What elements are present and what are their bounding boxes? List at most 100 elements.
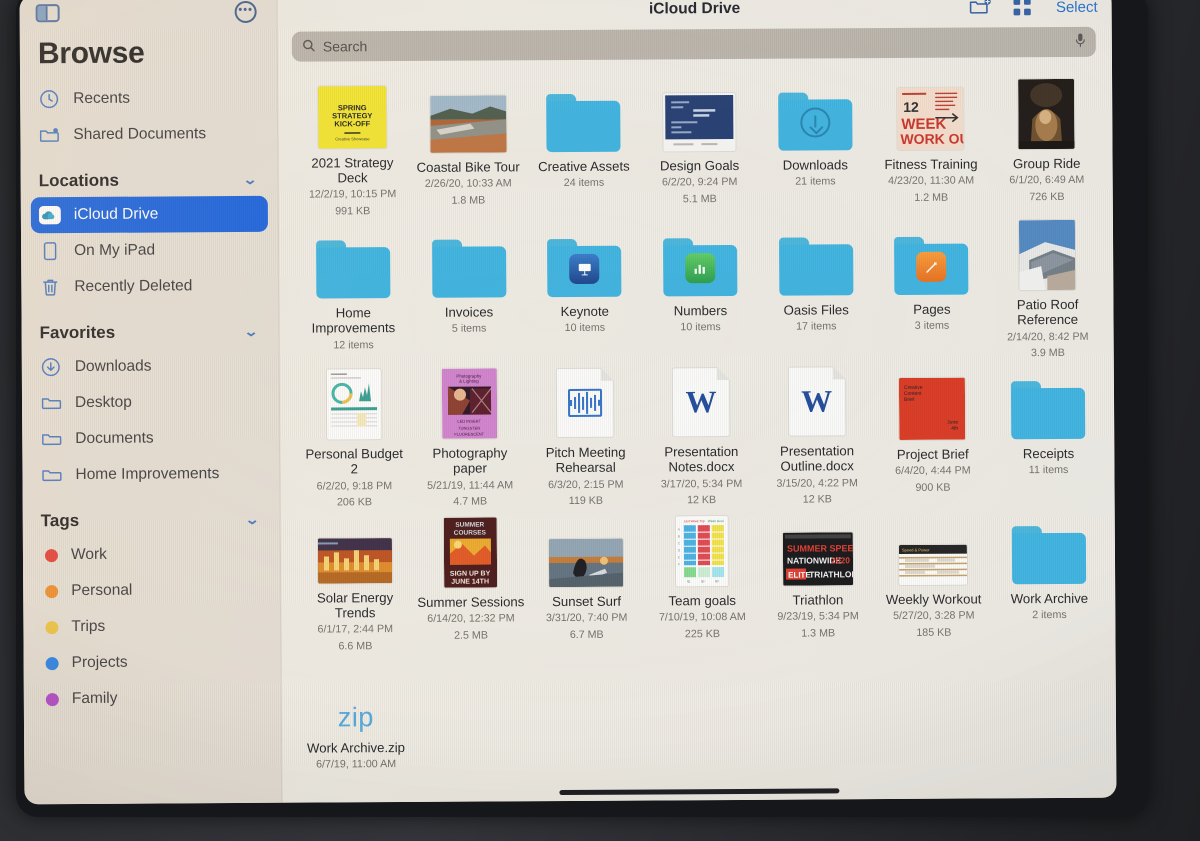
sidebar-section-tags-header[interactable]: Tags ⌄ xyxy=(23,492,280,538)
file-meta-size: 6.6 MB xyxy=(338,639,373,653)
sidebar-item-tag-projects[interactable]: Projects xyxy=(34,644,271,681)
file-meta-date: 6/2/20, 9:18 PM xyxy=(316,479,393,493)
toolbar-actions: Select xyxy=(968,0,1098,26)
file-tile[interactable]: Creative Content Brief June 4th Project … xyxy=(876,359,989,505)
file-tile[interactable]: SUMMER SPEED NATIONWIDE 2020 ELITE TRIAT… xyxy=(762,505,875,651)
chevron-down-icon[interactable]: ⌄ xyxy=(243,172,258,188)
search-input[interactable]: Search xyxy=(291,26,1096,62)
folder-icon xyxy=(777,92,853,151)
file-tile[interactable]: Group Ride 6/1/20, 6:49 AM 726 KB xyxy=(990,69,1103,215)
shared-folder-icon xyxy=(38,124,60,146)
sidebar-item-label: iCloud Drive xyxy=(73,205,159,224)
new-folder-icon[interactable] xyxy=(968,0,992,19)
file-tile[interactable]: W Presentation Outline.docx 3/15/20, 4:2… xyxy=(761,360,874,506)
tag-dot-icon xyxy=(45,584,59,598)
file-name: Numbers xyxy=(673,303,728,319)
sidebar-item-tag-work[interactable]: Work xyxy=(33,536,270,573)
file-tile[interactable]: Last Week Top Week Goal ABC DEF Q1 Q2 Q3… xyxy=(646,506,759,652)
folder-outline-icon xyxy=(40,464,62,486)
sidebar-item-label: Projects xyxy=(71,653,128,672)
file-tile[interactable]: Pages 3 items xyxy=(875,214,988,360)
file-meta-count: 17 items xyxy=(796,320,837,333)
file-tile[interactable]: Patio Roof Reference 2/14/20, 8:42 PM 3.… xyxy=(991,214,1104,360)
svg-text:SUMMER: SUMMER xyxy=(455,522,484,529)
file-name: Personal Budget 2 xyxy=(305,446,403,477)
folder-outline-icon xyxy=(40,392,62,414)
file-tile[interactable]: Invoices 5 items xyxy=(413,217,526,363)
folder-icon xyxy=(778,237,854,296)
file-tile[interactable]: zip Work Archive.zip 6/7/19, 11:00 AM xyxy=(300,653,413,799)
file-tile[interactable]: Receipts 11 items xyxy=(992,359,1105,505)
select-button[interactable]: Select xyxy=(1056,0,1098,16)
file-name: Solar Energy Trends xyxy=(316,589,394,621)
file-tile[interactable]: Work Archive 2 items xyxy=(993,504,1106,650)
file-tile[interactable]: Downloads 21 items xyxy=(759,70,872,216)
sidebar-item-tag-family[interactable]: Family xyxy=(34,680,271,717)
sidebar-item-tag-personal[interactable]: Personal xyxy=(33,572,270,609)
thumbnail xyxy=(326,369,382,440)
file-tile[interactable]: Coastal Bike Tour 2/26/20, 10:33 AM 1.8 … xyxy=(412,72,525,218)
svg-text:Creative Showcase: Creative Showcase xyxy=(335,136,370,141)
file-meta-size: 225 KB xyxy=(684,627,721,640)
chevron-down-icon[interactable]: ⌄ xyxy=(245,512,260,528)
sidebar-item-documents[interactable]: Documents xyxy=(32,420,269,457)
file-grid: SPRING STRATEGY KICK-OFF Creative Showca… xyxy=(278,65,1116,803)
svg-text:Q2: Q2 xyxy=(701,579,705,583)
file-tile[interactable]: SPRING STRATEGY KICK-OFF Creative Showca… xyxy=(296,73,409,219)
svg-text:KICK-OFF: KICK-OFF xyxy=(334,119,370,128)
more-ellipsis-icon[interactable]: ••• xyxy=(234,0,257,24)
word-document-icon: W xyxy=(671,367,731,438)
file-tile[interactable]: Creative Assets 24 items xyxy=(527,72,640,218)
thumbnail xyxy=(663,77,736,152)
grid-view-icon[interactable] xyxy=(1012,0,1036,18)
file-tile[interactable]: Pitch Meeting Rehearsal 6/3/20, 2:15 PM … xyxy=(529,362,642,508)
svg-text:LED INSERT: LED INSERT xyxy=(457,419,481,424)
sidebar-item-downloads[interactable]: Downloads xyxy=(32,348,269,385)
sidebar-item-label: Documents xyxy=(75,429,154,448)
file-tile[interactable]: Home Improvements 12 items xyxy=(297,218,410,364)
chevron-down-icon[interactable]: ⌄ xyxy=(243,324,258,340)
file-tile[interactable]: SUMMER COURSES SIGN UP BY JUNE 14TH Summ… xyxy=(414,507,527,653)
word-w-glyph: W xyxy=(685,384,717,420)
file-tile[interactable]: Oasis Files 17 items xyxy=(760,215,873,361)
tag-dot-icon xyxy=(45,620,59,634)
thumbnail xyxy=(429,78,507,153)
sidebar-toggle-icon[interactable] xyxy=(35,4,60,23)
file-meta-count: 3 items xyxy=(914,319,950,333)
thumbnail xyxy=(549,513,624,588)
file-tile[interactable]: Numbers 10 items xyxy=(644,216,757,362)
sidebar-item-recents[interactable]: Recents xyxy=(30,80,267,117)
sidebar-item-home-improvements[interactable]: Home Improvements xyxy=(32,456,269,493)
file-tile[interactable]: 12 WEEK WORK OUT Fitness Training 4/23/2… xyxy=(875,69,988,215)
sidebar-item-desktop[interactable]: Desktop xyxy=(32,384,269,421)
sidebar-section-locations-header[interactable]: Locations ⌄ xyxy=(21,152,278,198)
microphone-icon[interactable] xyxy=(1074,32,1087,52)
svg-text:WORK OUT: WORK OUT xyxy=(901,130,964,146)
sidebar-section-favorites-header[interactable]: Favorites ⌄ xyxy=(21,304,278,350)
file-tile[interactable]: Photography & Lighting LED INSERT TUNGST… xyxy=(413,362,526,508)
file-tile[interactable]: Design Goals 6/2/20, 9:24 PM 5.1 MB xyxy=(643,71,756,217)
thumbnail xyxy=(778,221,854,296)
sidebar-item-shared-documents[interactable]: Shared Documents xyxy=(30,116,267,153)
file-tile[interactable]: Sunset Surf 3/31/20, 7:40 PM 6.7 MB xyxy=(530,507,643,653)
thumbnail xyxy=(547,223,622,298)
file-tile[interactable]: Speed & Power Weekly Workout 5/27/20, 3:… xyxy=(877,504,990,650)
thumbnail: zip xyxy=(337,659,374,733)
folder-icon xyxy=(894,236,969,296)
sidebar-item-on-my-ipad[interactable]: On My iPad xyxy=(31,232,268,269)
file-tile[interactable]: Personal Budget 2 6/2/20, 9:18 PM 206 KB xyxy=(298,363,411,509)
file-meta-size: 1.3 MB xyxy=(801,627,836,640)
file-name: Creative Assets xyxy=(538,158,630,175)
folder-icon xyxy=(547,238,622,298)
file-meta-count: 11 items xyxy=(1028,464,1069,477)
file-tile[interactable]: Solar Energy Trends 6/1/17, 2:44 PM 6.6 … xyxy=(299,508,412,654)
file-meta-size: 6.7 MB xyxy=(569,628,604,641)
sidebar-item-tag-trips[interactable]: Trips xyxy=(33,608,270,645)
file-tile[interactable]: W Presentation Notes.docx 3/17/20, 5:34 … xyxy=(645,361,758,507)
download-arrow-icon xyxy=(799,107,831,138)
file-tile[interactable]: Keynote 10 items xyxy=(528,217,641,363)
sidebar-item-recently-deleted[interactable]: Recently Deleted xyxy=(31,268,268,305)
sidebar-item-label: Recents xyxy=(73,89,131,108)
sidebar-item-icloud-drive[interactable]: iCloud Drive xyxy=(30,195,268,234)
svg-text:Q1: Q1 xyxy=(687,579,691,583)
